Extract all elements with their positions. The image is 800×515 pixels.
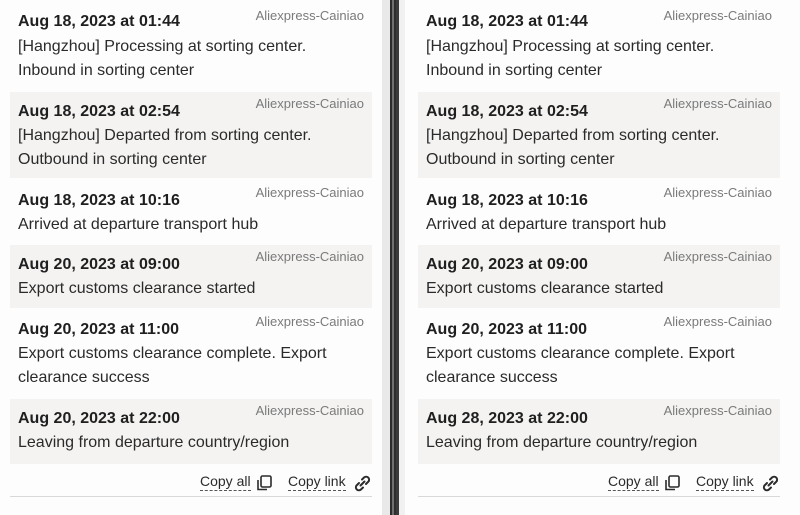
tracking-event: Aug 28, 2023 at 22:00 Aliexpress-Cainiao… <box>418 399 780 464</box>
tracking-event: Aug 18, 2023 at 02:54 Aliexpress-Cainiao… <box>418 92 780 178</box>
event-date: Aug 18, 2023 at 02:54 <box>426 103 588 120</box>
copy-icon[interactable] <box>255 474 273 492</box>
event-description: Outbound in sorting center <box>18 151 207 168</box>
event-description: Leaving from departure country/region <box>426 434 698 451</box>
event-date: Aug 20, 2023 at 22:00 <box>18 410 180 427</box>
tracking-event: Aug 20, 2023 at 22:00 Aliexpress-Cainiao… <box>10 399 372 464</box>
copy-all-button[interactable]: Copy all <box>608 472 659 491</box>
device-divider <box>382 0 405 515</box>
event-description: [Hangzhou] Departed from sorting center. <box>18 127 312 144</box>
divider-line <box>418 496 780 497</box>
copy-all-button[interactable]: Copy all <box>200 472 251 491</box>
event-date: Aug 28, 2023 at 22:00 <box>426 410 588 427</box>
event-description: Inbound in sorting center <box>18 62 195 79</box>
copy-link-button[interactable]: Copy link <box>288 472 346 491</box>
event-description: clearance success <box>18 369 150 386</box>
event-description: Export customs clearance complete. Expor… <box>18 345 327 362</box>
event-source: Aliexpress-Cainiao <box>255 96 364 111</box>
event-source: Aliexpress-Cainiao <box>255 314 364 329</box>
tracking-event: Aug 20, 2023 at 09:00 Aliexpress-Cainiao… <box>10 245 372 308</box>
event-date: Aug 18, 2023 at 01:44 <box>18 13 180 30</box>
event-description: Export customs clearance started <box>426 280 664 297</box>
event-date: Aug 20, 2023 at 11:00 <box>426 321 587 338</box>
event-source: Aliexpress-Cainiao <box>255 185 364 200</box>
tracking-panel-left: Aug 18, 2023 at 01:44 Aliexpress-Cainiao… <box>0 0 382 515</box>
tracking-event: Aug 18, 2023 at 01:44 Aliexpress-Cainiao… <box>10 0 372 88</box>
link-icon[interactable] <box>352 474 371 492</box>
event-description: [Hangzhou] Processing at sorting center. <box>18 38 307 55</box>
event-source: Aliexpress-Cainiao <box>663 96 772 111</box>
tracking-event: Aug 20, 2023 at 11:00 Aliexpress-Cainiao… <box>418 310 780 398</box>
event-date: Aug 18, 2023 at 10:16 <box>426 192 588 209</box>
event-date: Aug 20, 2023 at 09:00 <box>426 256 588 273</box>
tracking-event: Aug 18, 2023 at 02:54 Aliexpress-Cainiao… <box>10 92 372 178</box>
event-source: Aliexpress-Cainiao <box>255 403 364 418</box>
event-date: Aug 18, 2023 at 02:54 <box>18 103 180 120</box>
event-source: Aliexpress-Cainiao <box>663 314 772 329</box>
tracking-event: Aug 18, 2023 at 10:16 Aliexpress-Cainiao… <box>10 181 372 244</box>
divider-line <box>10 496 372 497</box>
event-source: Aliexpress-Cainiao <box>255 249 364 264</box>
event-date: Aug 18, 2023 at 10:16 <box>18 192 180 209</box>
event-description: Leaving from departure country/region <box>18 434 290 451</box>
tracking-event: Aug 18, 2023 at 01:44 Aliexpress-Cainiao… <box>418 0 780 88</box>
event-description: Outbound in sorting center <box>426 151 615 168</box>
event-description: Inbound in sorting center <box>426 62 603 79</box>
tracking-panel-right: Aug 18, 2023 at 01:44 Aliexpress-Cainiao… <box>405 0 800 515</box>
event-source: Aliexpress-Cainiao <box>663 403 772 418</box>
event-source: Aliexpress-Cainiao <box>663 185 772 200</box>
event-source: Aliexpress-Cainiao <box>663 8 772 23</box>
event-description: [Hangzhou] Departed from sorting center. <box>426 127 720 144</box>
event-date: Aug 20, 2023 at 11:00 <box>18 321 179 338</box>
event-date: Aug 20, 2023 at 09:00 <box>18 256 180 273</box>
copy-actions: Copy all Copy link <box>0 472 382 494</box>
event-description: clearance success <box>426 369 558 386</box>
event-source: Aliexpress-Cainiao <box>663 249 772 264</box>
copy-actions: Copy all Copy link <box>405 472 800 494</box>
event-description: Arrived at departure transport hub <box>18 216 259 233</box>
event-description: Export customs clearance started <box>18 280 256 297</box>
copy-icon[interactable] <box>663 474 681 492</box>
event-date: Aug 18, 2023 at 01:44 <box>426 13 588 30</box>
link-icon[interactable] <box>760 474 779 492</box>
tracking-event: Aug 20, 2023 at 11:00 Aliexpress-Cainiao… <box>10 310 372 398</box>
copy-link-button[interactable]: Copy link <box>696 472 754 491</box>
tracking-event: Aug 20, 2023 at 09:00 Aliexpress-Cainiao… <box>418 245 780 308</box>
event-description: [Hangzhou] Processing at sorting center. <box>426 38 715 55</box>
event-description: Arrived at departure transport hub <box>426 216 667 233</box>
event-source: Aliexpress-Cainiao <box>255 8 364 23</box>
tracking-event: Aug 18, 2023 at 10:16 Aliexpress-Cainiao… <box>418 181 780 244</box>
event-description: Export customs clearance complete. Expor… <box>426 345 735 362</box>
